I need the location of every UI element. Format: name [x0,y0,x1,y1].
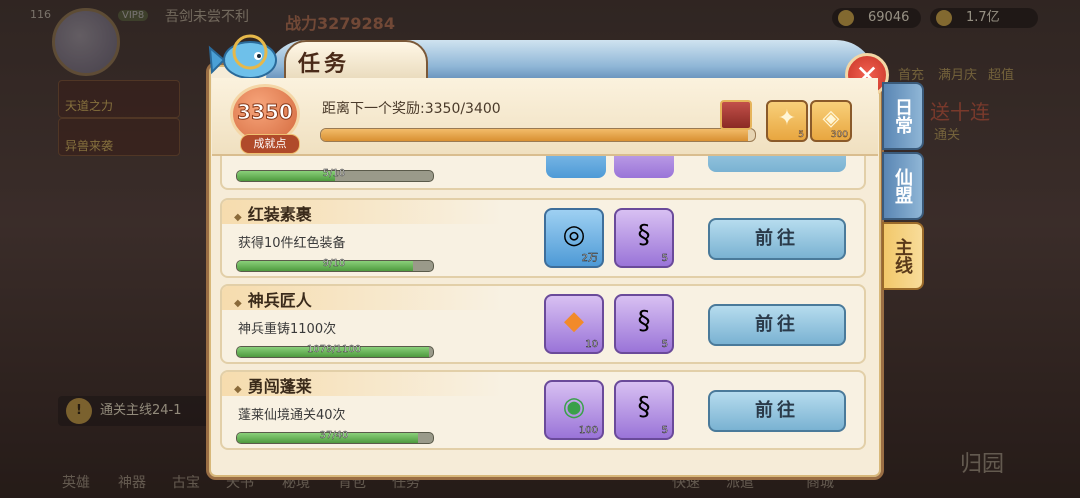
diamond-icon: ◆ [234,298,242,309]
token-icon: § [637,392,651,422]
task-desc: 神兵重铸1100次 [238,322,337,337]
diamond-icon: ◆ [234,212,242,223]
task-list[interactable]: ◆ 红装素裹 获得10件红色装备 9/10 ◎ 2万 § 5 前往 ◆ 神兵匠人 神兵重… [220,160,866,452]
token-icon: § [637,220,651,250]
task-title: ◆ 红装素裹 [234,201,312,225]
go-button[interactable]: 前往 [708,218,846,260]
task-desc: 获得10件红色装备 [238,236,346,251]
task-title-text: 红装素裹 [247,205,312,224]
reward-gem[interactable]: ◆ 10 [544,294,604,354]
next-reward-fill [321,129,749,141]
task-title-text: 勇闯蓬莱 [247,377,312,396]
panel-title: 任务 [298,52,351,77]
achievement-points: 3350 [237,100,294,125]
reward-count: 100 [578,425,599,437]
task-progress-text: 37/40 [319,430,349,441]
reward-token[interactable]: § 5 [614,208,674,268]
puzzle-icon: ✦ [777,106,797,131]
go-button[interactable]: 前往 [708,390,846,432]
next-reward-text: 距离下一个奖励:3350/3400 [322,101,501,117]
reward-count: 5 [661,339,668,351]
copper-coin-icon: ◎ [562,220,586,250]
tab-main[interactable]: 主线 [882,222,924,290]
diamond-icon: ◆ [234,384,242,395]
reward-token[interactable]: § 5 [614,294,674,354]
task-title-text: 神兵匠人 [247,291,312,310]
chest-icon[interactable] [720,100,752,130]
reward-count: 10 [585,339,598,351]
panel-header: 任务 [206,26,884,88]
reward-token[interactable]: § 5 [614,380,674,440]
reward-count: 5 [661,425,668,437]
task-title: ◆ 神兵匠人 [234,287,312,311]
task-row: ◆ 神兵匠人 神兵重铸1100次 1079/1100 ◆ 10 § 5 前往 [220,284,866,364]
task-row: ◆ 勇闯蓬莱 蓬莱仙境通关40次 37/40 ◉ 100 § 5 前往 [220,370,866,450]
task-progress-text: 1079/1100 [306,344,362,355]
milestone-reward-2-count: 300 [830,130,849,141]
gold-ingot-icon: ◈ [822,106,840,131]
tab-daily[interactable]: 日常 [882,82,924,150]
go-button[interactable]: 前往 [708,304,846,346]
jade-ring-icon: ◉ [562,392,586,422]
reward-count: 2万 [581,253,598,265]
reward-jade[interactable]: ◉ 100 [544,380,604,440]
orange-gem-icon: ◆ [564,306,584,336]
achievement-badge: 3350 成就点 [230,84,300,154]
reward-coin[interactable]: ◎ 2万 [544,208,604,268]
achievement-progress: 3350 成就点 距离下一个奖励:3350/3400 ✦ 5 ◈ 300 [212,78,878,156]
tab-alliance[interactable]: 仙盟 [882,152,924,220]
next-reward-bar [320,128,756,142]
milestone-reward-2[interactable]: ◈ 300 [810,100,852,142]
milestone-reward-1-count: 5 [798,130,804,141]
token-icon: § [637,306,651,336]
tab-daily-label: 日常 [892,98,913,134]
milestone-reward-1[interactable]: ✦ 5 [766,100,808,142]
task-progress-text: 9/10 [322,258,346,269]
task-desc: 蓬莱仙境通关40次 [238,408,346,423]
tab-alliance-label: 仙盟 [892,168,913,204]
reward-count: 5 [661,253,668,265]
task-row: ◆ 红装素裹 获得10件红色装备 9/10 ◎ 2万 § 5 前往 [220,198,866,278]
task-title: ◆ 勇闯蓬莱 [234,373,312,397]
fish-mascot-icon [208,34,277,79]
achievement-label: 成就点 [240,134,300,154]
tab-main-label: 主线 [892,238,913,274]
